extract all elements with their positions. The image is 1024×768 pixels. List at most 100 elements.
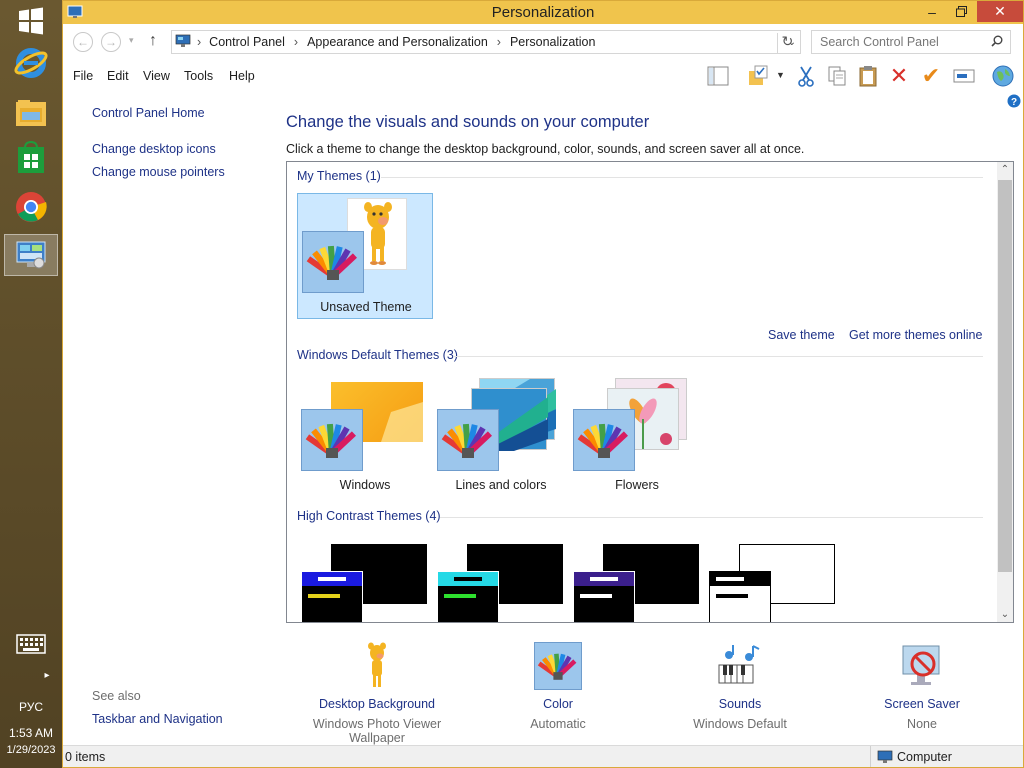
desktop-background-setting[interactable]: Desktop Background Windows Photo Viewer … xyxy=(287,641,467,745)
search-input[interactable]: Search Control Panel xyxy=(811,30,1011,54)
theme-high-contrast-2[interactable] xyxy=(433,534,569,622)
sidebar-change-mouse-pointers[interactable]: Change mouse pointers xyxy=(92,165,225,179)
theme-label: Unsaved Theme xyxy=(320,300,412,314)
breadcrumb-personalization[interactable]: Personalization xyxy=(510,35,595,49)
theme-windows[interactable]: Windows xyxy=(297,372,433,498)
forward-button[interactable]: → xyxy=(101,32,121,52)
save-theme-link[interactable]: Save theme xyxy=(768,328,835,342)
windows-logo-icon xyxy=(19,7,43,35)
page-description: Click a theme to change the desktop back… xyxy=(286,142,805,156)
hc-window-preview xyxy=(301,571,363,622)
theme-high-contrast-1[interactable] xyxy=(297,534,433,622)
group-divider xyxy=(453,356,983,357)
store-icon[interactable] xyxy=(4,137,58,179)
window-title: Personalization xyxy=(491,4,595,21)
delete-icon[interactable]: ✕ xyxy=(886,63,912,89)
title-bar[interactable]: Personalization ‒ ✕ xyxy=(63,1,1023,24)
refresh-icon[interactable]: ↻ xyxy=(777,33,797,53)
color-palette-icon xyxy=(468,641,648,691)
folder-options-icon[interactable] xyxy=(745,63,771,89)
start-button[interactable] xyxy=(4,0,58,42)
breadcrumb-control-panel[interactable]: Control Panel xyxy=(209,35,285,49)
properties-check-icon[interactable]: ✔ xyxy=(918,63,944,89)
clock-time[interactable]: 1:53 AM xyxy=(0,726,62,740)
menu-bar: File Edit View Tools Help ▼ ✕ ✔ xyxy=(63,60,1023,91)
theme-lines-and-colors[interactable]: Lines and colors xyxy=(433,372,569,498)
theme-high-contrast-white[interactable] xyxy=(705,534,841,622)
breadcrumb-separator-icon[interactable]: › xyxy=(294,35,298,49)
close-button[interactable]: ✕ xyxy=(977,1,1023,22)
recent-pages-chevron-icon[interactable]: ▾ xyxy=(129,35,134,46)
status-divider xyxy=(870,746,871,767)
sounds-setting[interactable]: Sounds Windows Default xyxy=(650,641,830,731)
address-bar: ← → ▾ ↑ › Control Panel › Appearance and… xyxy=(63,24,1023,60)
scroll-thumb[interactable] xyxy=(998,180,1012,572)
theme-list-scrollbar[interactable]: ⌃ ⌄ xyxy=(997,162,1013,622)
folder-options-dropdown-icon[interactable]: ▼ xyxy=(776,70,785,80)
screen-saver-setting[interactable]: Screen Saver None xyxy=(832,641,1012,731)
chrome-icon[interactable] xyxy=(4,186,58,228)
page-title: Change the visuals and sounds on your co… xyxy=(286,113,650,131)
theme-flowers[interactable]: Flowers xyxy=(569,372,705,498)
breadcrumb[interactable]: › Control Panel › Appearance and Persona… xyxy=(171,30,801,54)
layout-pane-icon[interactable] xyxy=(705,63,731,89)
language-indicator[interactable]: РУС xyxy=(0,700,62,714)
globe-icon[interactable] xyxy=(990,63,1016,89)
color-setting[interactable]: Color Automatic xyxy=(468,641,648,731)
color-label: Color xyxy=(543,697,573,711)
screen-saver-value: None xyxy=(907,717,937,731)
menu-view[interactable]: View xyxy=(143,69,170,83)
menu-help[interactable]: Help xyxy=(229,69,255,83)
search-icon[interactable] xyxy=(991,35,1003,50)
minimize-button[interactable]: ‒ xyxy=(917,1,947,22)
rename-icon[interactable] xyxy=(951,63,977,89)
help-icon[interactable]: ? xyxy=(1007,94,1021,111)
giraffe-wallpaper-icon xyxy=(287,641,467,691)
group-divider xyxy=(440,517,983,518)
hc-window-preview xyxy=(709,571,771,622)
menu-edit[interactable]: Edit xyxy=(107,69,129,83)
internet-explorer-icon[interactable] xyxy=(4,42,58,84)
menu-tools[interactable]: Tools xyxy=(184,69,213,83)
color-palette-icon xyxy=(302,231,364,293)
menu-file[interactable]: File xyxy=(73,69,93,83)
theme-unsaved[interactable]: Unsaved Theme xyxy=(297,193,433,319)
theme-high-contrast-3[interactable] xyxy=(569,534,705,622)
theme-list: My Themes (1) Unsaved Theme Save theme G… xyxy=(286,161,1014,623)
up-arrow-icon[interactable]: ↑ xyxy=(149,32,157,50)
file-explorer-icon[interactable] xyxy=(4,92,58,134)
screen-saver-icon xyxy=(832,641,1012,691)
svg-text:?: ? xyxy=(1011,97,1017,108)
back-button[interactable]: ← xyxy=(73,32,93,52)
control-panel-taskbar-icon[interactable] xyxy=(4,234,58,276)
sidebar-change-desktop-icons[interactable]: Change desktop icons xyxy=(92,142,216,156)
breadcrumb-separator-icon[interactable]: › xyxy=(197,35,201,49)
color-value: Automatic xyxy=(530,717,586,731)
cut-icon[interactable] xyxy=(793,63,819,89)
computer-icon xyxy=(877,750,893,767)
breadcrumb-appearance[interactable]: Appearance and Personalization xyxy=(307,35,488,49)
sidebar-taskbar-and-navigation[interactable]: Taskbar and Navigation xyxy=(92,712,223,726)
scroll-down-icon[interactable]: ⌄ xyxy=(997,609,1013,620)
group-header-high-contrast: High Contrast Themes (4) xyxy=(297,509,441,523)
sounds-icon xyxy=(650,641,830,691)
theme-label: Flowers xyxy=(615,478,659,492)
scroll-up-icon[interactable]: ⌃ xyxy=(997,164,1013,175)
theme-label: Lines and colors xyxy=(455,478,547,492)
hc-window-preview xyxy=(573,571,635,622)
personalization-window: Personalization ‒ ✕ ← → ▾ ↑ › Control Pa… xyxy=(62,0,1024,768)
see-also-label: See also xyxy=(92,689,141,703)
sidebar-control-panel-home[interactable]: Control Panel Home xyxy=(92,106,205,120)
touch-keyboard-icon[interactable] xyxy=(4,622,58,666)
breadcrumb-separator-icon[interactable]: › xyxy=(497,35,501,49)
paste-icon[interactable] xyxy=(855,63,881,89)
maximize-button[interactable] xyxy=(947,1,975,22)
group-header-my-themes: My Themes (1) xyxy=(297,169,381,183)
desktop-background-value: Windows Photo Viewer Wallpaper xyxy=(312,717,442,745)
color-palette-icon xyxy=(573,409,635,471)
get-more-themes-link[interactable]: Get more themes online xyxy=(849,328,982,342)
color-palette-icon xyxy=(301,409,363,471)
copy-icon[interactable] xyxy=(824,63,850,89)
clock-date[interactable]: 1/29/2023 xyxy=(0,744,62,756)
notification-chevron-icon[interactable]: ▸ xyxy=(40,670,54,681)
